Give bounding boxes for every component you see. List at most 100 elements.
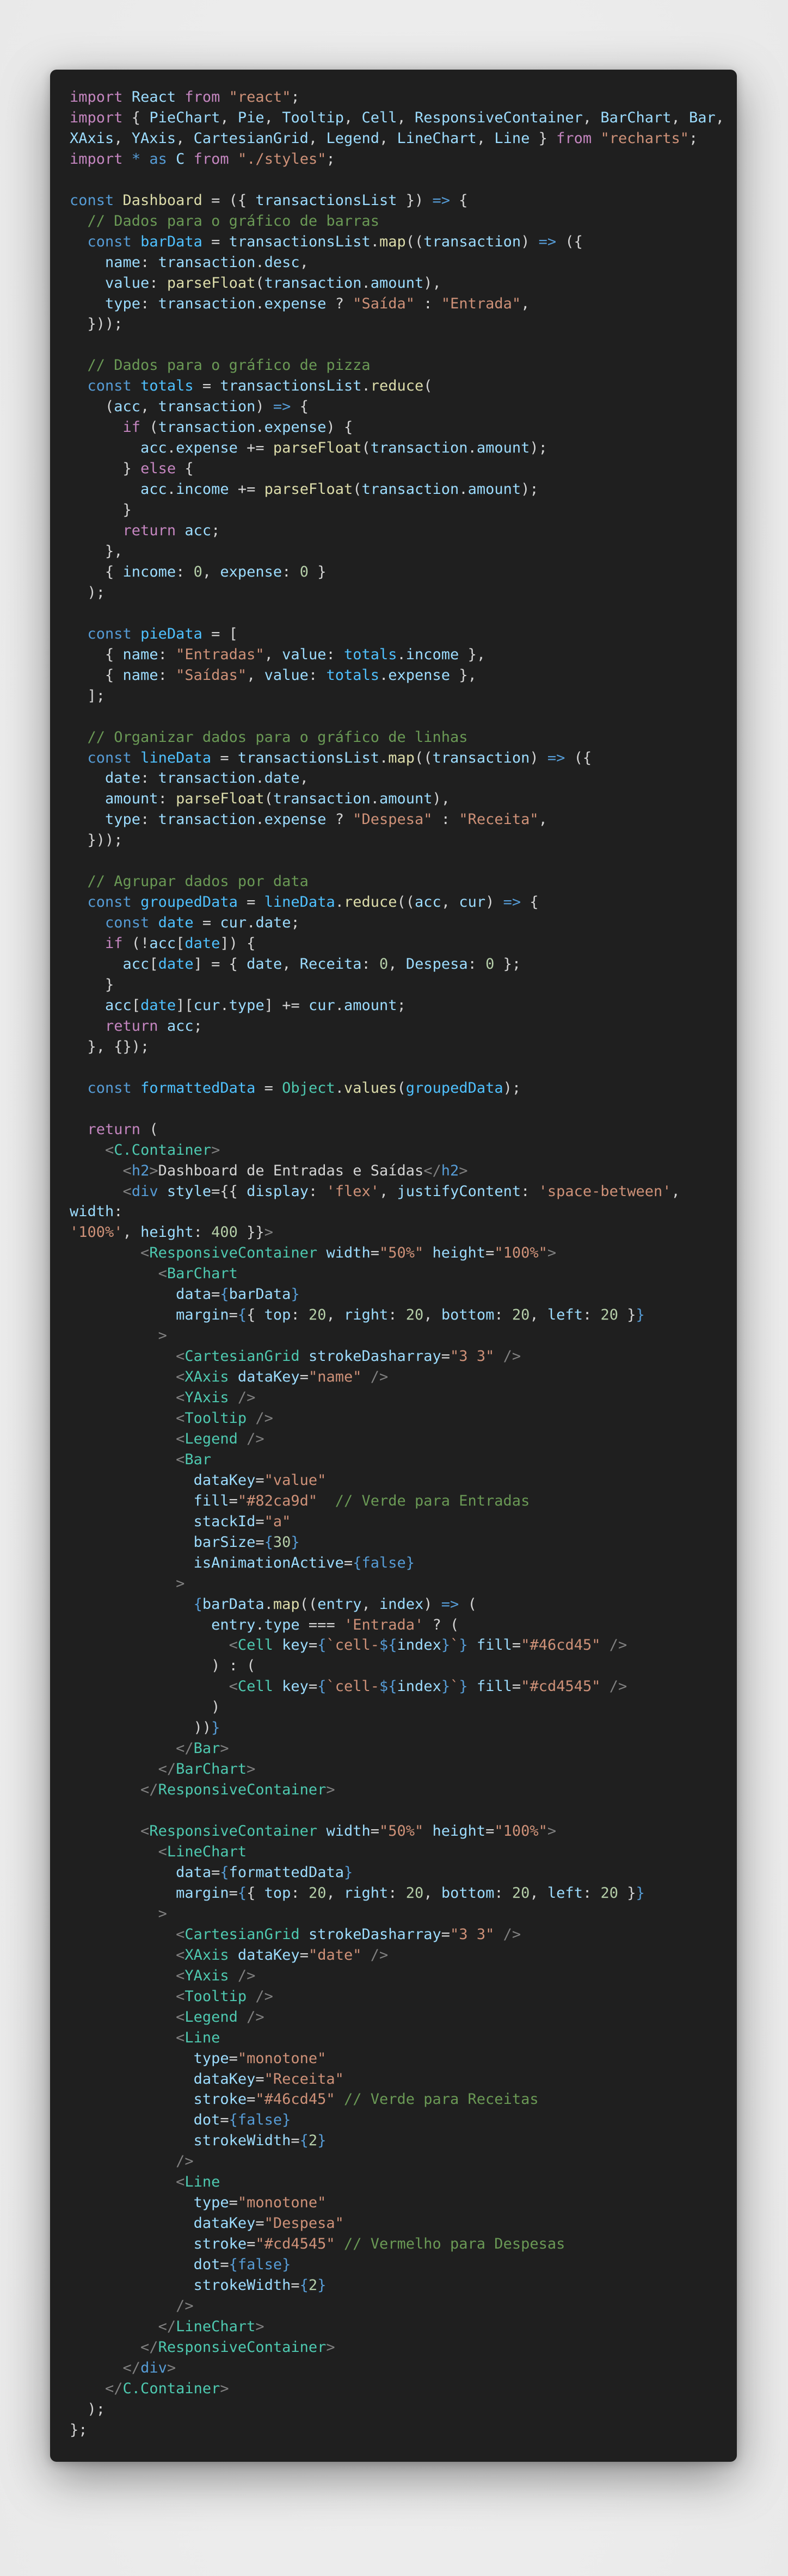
code-token: groupedData	[405, 1079, 503, 1097]
code-token: value	[105, 274, 150, 292]
code-token: )	[485, 894, 503, 911]
code-token: 400	[211, 1224, 238, 1241]
code-token: transaction	[158, 419, 256, 436]
code-token: strokeDasharray	[308, 1348, 441, 1365]
code-line: fill="#82ca9d" // Verde para Entradas	[70, 1491, 728, 1512]
code-line: name: transaction.desc,	[70, 252, 728, 273]
code-editor-window: import React from "react"; import { PieCh…	[50, 70, 737, 2462]
code-token: {	[220, 1863, 229, 1881]
code-token: .	[255, 811, 264, 828]
code-token: parseFloat	[176, 790, 264, 808]
code-token: acc	[149, 935, 176, 952]
code-token: acc	[114, 398, 141, 416]
code-token: dataKey	[237, 1369, 300, 1386]
code-token: date	[140, 996, 176, 1014]
code-token: <	[176, 1389, 185, 1407]
code-token: }));	[70, 315, 123, 333]
code-token: ;	[211, 522, 220, 540]
code-line: stroke="#46cd45" // Verde para Receitas	[70, 2089, 728, 2110]
code-token: );	[503, 1079, 521, 1097]
code-token: {	[450, 191, 468, 209]
code-token: date	[184, 935, 220, 952]
code-token: :	[158, 790, 176, 808]
code-token: (	[361, 439, 371, 457]
code-token: 'flex'	[326, 1182, 380, 1200]
code-line: >	[70, 1904, 728, 1924]
code-token: acc	[122, 956, 150, 973]
code-line: (acc, transaction) => {	[70, 397, 728, 417]
code-token: C	[176, 150, 185, 168]
code-token: type	[105, 295, 141, 312]
code-token: ={{	[211, 1182, 247, 1200]
code-token: =	[291, 2277, 300, 2294]
code-token: (	[140, 419, 158, 436]
code-line: data={formattedData}	[70, 1862, 728, 1883]
code-token: 20	[405, 1884, 424, 1902]
code-token: transaction	[264, 274, 362, 292]
code-token: (	[255, 274, 264, 292]
code-token: "date"	[308, 1946, 362, 1964]
code-token: amount	[105, 790, 158, 808]
code-line: }, {});	[70, 1037, 728, 1057]
code-token: Legend	[184, 1430, 238, 1447]
code-token: =	[255, 1533, 264, 1551]
code-line: />	[70, 2296, 728, 2317]
code-token: "3 3"	[450, 1925, 495, 1943]
code-token: 20	[600, 1306, 618, 1324]
code-line: ) : (	[70, 1656, 728, 1676]
code-token: :	[415, 295, 441, 312]
code-token: PieChart	[149, 109, 220, 126]
code-token: "Receita"	[264, 2070, 344, 2088]
code-token: parseFloat	[273, 439, 362, 457]
code-line: const totals = transactionsList.reduce(	[70, 376, 728, 397]
code-token: BarChart	[167, 1265, 238, 1283]
code-token: :	[432, 811, 459, 828]
code-line: ​	[70, 170, 728, 190]
code-token: ,	[299, 770, 309, 787]
code-token: values	[343, 1079, 397, 1097]
code-token: =	[441, 1348, 451, 1365]
code-token: type	[264, 1616, 300, 1633]
code-token: ,	[220, 109, 238, 126]
code-token: }	[70, 976, 114, 993]
code-token: <	[176, 1925, 185, 1943]
code-token: =	[255, 2215, 264, 2232]
code-token: =>	[273, 398, 291, 416]
code-token: }, {});	[70, 1038, 150, 1055]
code-token: ,	[326, 1884, 344, 1902]
code-token: dot	[193, 2256, 220, 2274]
code-block[interactable]: import React from "react"; import { PieCh…	[70, 87, 728, 2462]
code-token: ;	[689, 129, 698, 147]
code-token: "recharts"	[600, 129, 689, 147]
code-token: ,	[282, 956, 300, 973]
code-token: }	[441, 1637, 451, 1654]
code-line: XAxis, YAxis, CartesianGrid, Legend, Lin…	[70, 128, 728, 149]
code-token: {	[291, 398, 309, 416]
code-token: ResponsiveContainer	[158, 1781, 327, 1799]
code-line: ​	[70, 1800, 728, 1821]
code-token: ({	[565, 749, 592, 766]
code-line: }	[70, 975, 728, 995]
code-token: h2	[131, 1162, 150, 1179]
code-token: },	[459, 646, 486, 663]
code-line: dataKey="Despesa"	[70, 2213, 728, 2234]
code-line: <Tooltip />	[70, 1986, 728, 2007]
code-line: if (!acc[date]) {	[70, 933, 728, 954]
code-token: reduce	[343, 894, 397, 911]
code-token: type	[193, 2049, 229, 2067]
code-token: "#46cd45"	[521, 1637, 601, 1654]
code-line: // Dados para o gráfico de barras	[70, 211, 728, 232]
